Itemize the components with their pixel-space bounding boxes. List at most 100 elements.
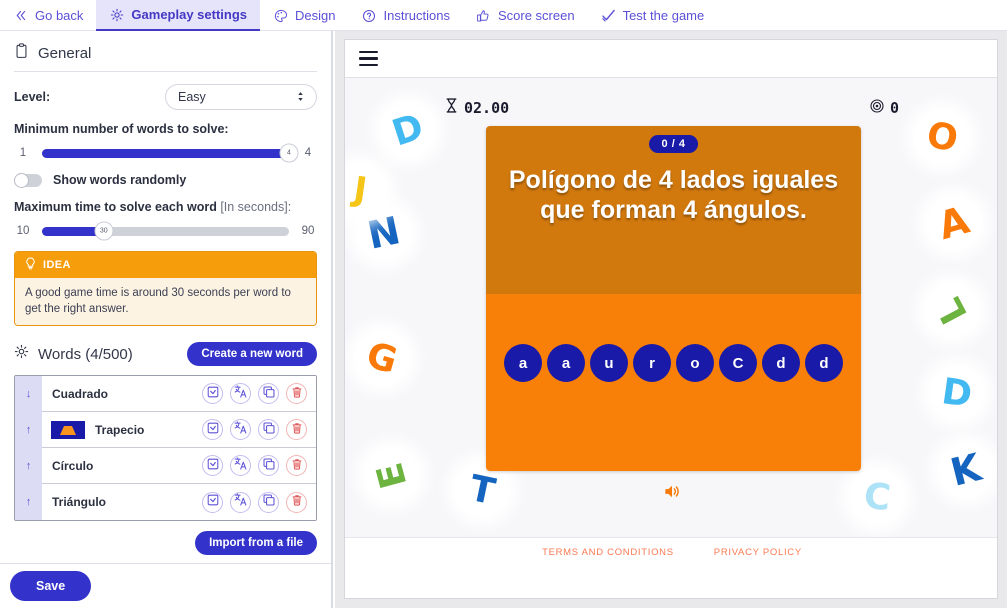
hourglass-icon	[445, 98, 458, 117]
min-words-slider[interactable]: 4	[42, 143, 299, 163]
translate-icon	[234, 456, 247, 475]
terms-and-conditions-link[interactable]: TERMS AND CONDITIONS	[542, 547, 674, 558]
delete-word-button[interactable]	[286, 383, 307, 405]
max-time-min: 10	[16, 225, 30, 237]
words-list: ↓ Cuadrado ↑ Trapecio ↑ Círculo ↑ Triángulo	[14, 375, 317, 522]
top-navigation-bar: Go back Gameplay settings Design Instruc…	[0, 0, 1007, 31]
max-time-label-sub: [In seconds]:	[220, 200, 292, 214]
letter-tile[interactable]: d	[805, 344, 843, 382]
question-circle-icon	[362, 8, 377, 23]
privacy-policy-link[interactable]: PRIVACY POLICY	[714, 547, 802, 558]
letter-tile[interactable]: d	[762, 344, 800, 382]
word-row[interactable]: ↑ Triángulo	[15, 484, 316, 521]
check-icon	[601, 8, 616, 23]
question-card: 0 / 4 Polígono de 4 lados iguales que fo…	[486, 126, 861, 471]
letter-tile[interactable]: a	[504, 344, 542, 382]
edit-word-button[interactable]	[202, 455, 223, 477]
word-row[interactable]: ↓ Cuadrado	[15, 376, 316, 413]
min-words-slider-fill	[42, 148, 289, 158]
duplicate-word-button[interactable]	[258, 455, 279, 477]
min-words-slider-knob[interactable]: 4	[279, 143, 299, 163]
nav-label: Gameplay settings	[131, 7, 248, 22]
duplicate-icon	[263, 421, 275, 439]
letter-tile[interactable]: a	[547, 344, 585, 382]
translate-icon	[234, 420, 247, 439]
translate-word-button[interactable]	[230, 383, 251, 405]
letter-tile[interactable]: u	[590, 344, 628, 382]
question-card-bottom: aauroCdd	[486, 294, 861, 471]
decorative-letter-l-icon: L	[925, 283, 979, 337]
word-row[interactable]: ↑ Círculo	[15, 447, 316, 485]
edit-box-icon	[207, 421, 219, 439]
letter-tile[interactable]: C	[719, 344, 757, 382]
level-select[interactable]: Easy	[165, 84, 317, 110]
duplicate-word-button[interactable]	[258, 419, 279, 441]
import-from-file-button[interactable]: Import from a file	[195, 531, 317, 556]
palette-icon	[273, 8, 288, 23]
reorder-handle[interactable]: ↓	[15, 376, 42, 412]
letter-tile[interactable]: r	[633, 344, 671, 382]
nav-label: Score screen	[497, 8, 575, 23]
edit-word-button[interactable]	[202, 419, 223, 441]
game-preview-pane: CKDLAOTEGNJD 02.00 0 0 / 4 Polígono de 4…	[335, 31, 1007, 608]
max-time-slider[interactable]: 30	[42, 221, 289, 241]
toggle-knob	[14, 172, 29, 188]
reorder-handle[interactable]: ↑	[15, 411, 42, 448]
decorative-letter-k-icon: K	[939, 443, 993, 497]
nav-gameplay-settings[interactable]: Gameplay settings	[96, 0, 261, 31]
reorder-handle[interactable]: ↑	[15, 484, 42, 521]
nav-instructions[interactable]: Instructions	[349, 0, 463, 31]
nav-label: Design	[295, 8, 336, 23]
show-words-randomly-toggle[interactable]	[14, 172, 42, 188]
duplicate-word-button[interactable]	[258, 491, 279, 513]
translate-word-button[interactable]	[230, 455, 251, 477]
delete-word-button[interactable]	[286, 419, 307, 441]
max-time-slider-knob[interactable]: 30	[94, 221, 114, 241]
edit-word-button[interactable]	[202, 491, 223, 513]
duplicate-icon	[263, 385, 275, 403]
letter-tile[interactable]: o	[676, 344, 714, 382]
progress-counter-badge: 0 / 4	[648, 135, 699, 153]
word-row-actions	[202, 419, 316, 441]
duplicate-word-button[interactable]	[258, 383, 279, 405]
nav-design[interactable]: Design	[260, 0, 348, 31]
decorative-letter-o-icon: O	[915, 110, 969, 164]
show-words-randomly-label: Show words randomly	[53, 173, 187, 187]
chevron-updown-icon	[297, 91, 304, 104]
edit-word-button[interactable]	[202, 383, 223, 405]
level-field: Level: Easy	[14, 84, 317, 110]
game-top-bar	[345, 40, 997, 78]
edit-box-icon	[207, 493, 219, 511]
game-footer: TERMS AND CONDITIONS PRIVACY POLICY	[345, 537, 997, 598]
section-title: General	[38, 45, 92, 62]
delete-word-button[interactable]	[286, 455, 307, 477]
decorative-letter-g-icon: G	[355, 331, 409, 385]
speaker-icon[interactable]	[663, 482, 682, 506]
word-name: Triángulo	[52, 495, 106, 510]
decorative-letter-d-icon: D	[930, 366, 984, 420]
nav-go-back[interactable]: Go back	[0, 0, 96, 31]
max-time-label-main: Maximum time to solve each word	[14, 200, 221, 214]
nav-test-the-game[interactable]: Test the game	[588, 0, 718, 31]
reorder-handle[interactable]: ↑	[15, 447, 42, 484]
words-title: Words (4/500)	[38, 345, 133, 363]
thumbs-up-icon	[476, 8, 491, 23]
delete-word-button[interactable]	[286, 491, 307, 513]
lightbulb-icon	[25, 257, 36, 273]
translate-word-button[interactable]	[230, 491, 251, 513]
word-thumbnail	[51, 420, 85, 439]
game-device-frame: CKDLAOTEGNJD 02.00 0 0 / 4 Polígono de 4…	[344, 39, 998, 599]
min-words-label: Minimum number of words to solve:	[14, 122, 229, 136]
create-new-word-button[interactable]: Create a new word	[187, 342, 317, 367]
nav-score-screen[interactable]: Score screen	[463, 0, 588, 31]
edit-box-icon	[207, 385, 219, 403]
word-row[interactable]: ↑ Trapecio	[15, 411, 316, 449]
level-value: Easy	[178, 90, 206, 104]
trash-icon	[291, 493, 303, 511]
letter-tiles: aauroCdd	[486, 344, 861, 382]
timer-value: 02.00	[464, 98, 510, 117]
hamburger-icon[interactable]	[359, 50, 378, 67]
save-button[interactable]: Save	[10, 571, 92, 601]
translate-word-button[interactable]	[230, 419, 251, 441]
timer-group: 02.00	[445, 98, 509, 117]
